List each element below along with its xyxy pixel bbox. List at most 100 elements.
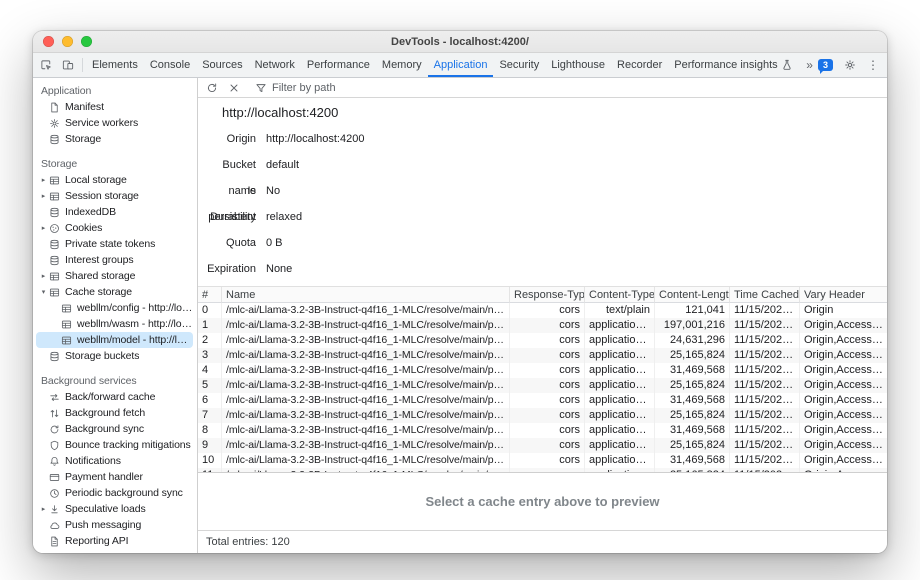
cell-name: /mlc-ai/Llama-3.2-3B-Instruct-q4f16_1-ML… — [222, 408, 510, 423]
sidebar-item-private-state-tokens[interactable]: Private state tokens — [36, 236, 193, 252]
sidebar-item-speculative-loads[interactable]: ▸Speculative loads — [36, 501, 193, 517]
back-forward-icon — [48, 392, 61, 403]
column-header-response-type[interactable]: Response-Type — [510, 287, 585, 303]
sidebar-item-periodic-background-sync[interactable]: Periodic background sync — [36, 485, 193, 501]
cell-content-length: 24,631,296 — [655, 333, 730, 348]
sidebar-item-notifications[interactable]: Notifications — [36, 453, 193, 469]
sidebar-item-service-workers[interactable]: Service workers — [36, 115, 193, 131]
cache-entry-row[interactable]: 0/mlc-ai/Llama-3.2-3B-Instruct-q4f16_1-M… — [198, 303, 887, 318]
customize-devtools-button[interactable]: ⋮ — [867, 58, 879, 72]
sidebar-item-indexeddb[interactable]: IndexedDB — [36, 204, 193, 220]
cache-origin-title: http://localhost:4200 — [222, 104, 887, 122]
cache-entry-row[interactable]: 10/mlc-ai/Llama-3.2-3B-Instruct-q4f16_1-… — [198, 453, 887, 468]
sidebar-item-push-messaging[interactable]: Push messaging — [36, 517, 193, 533]
inspect-element-button[interactable] — [35, 53, 57, 77]
filter-input[interactable] — [272, 82, 422, 94]
column-header-name[interactable]: Name — [222, 287, 510, 303]
cell-: 9 — [198, 438, 222, 453]
device-toolbar-button[interactable] — [57, 53, 79, 77]
sidebar-item-manifest[interactable]: Manifest — [36, 99, 193, 115]
refresh-button[interactable] — [202, 82, 222, 94]
close-window-button[interactable] — [43, 36, 54, 47]
cell-content-type: application/oc… — [585, 423, 655, 438]
minimize-window-button[interactable] — [62, 36, 73, 47]
cell-response-type: cors — [510, 423, 585, 438]
tab-lighthouse[interactable]: Lighthouse — [545, 53, 611, 77]
column-header-vary-header[interactable]: Vary Header — [800, 287, 887, 303]
tab-performance[interactable]: Performance — [301, 53, 376, 77]
sidebar-item-reporting-api[interactable]: Reporting API — [36, 533, 193, 549]
sidebar-item-local-storage[interactable]: ▸Local storage — [36, 172, 193, 188]
cell-content-type: application/oc… — [585, 378, 655, 393]
cache-entry-row[interactable]: 6/mlc-ai/Llama-3.2-3B-Instruct-q4f16_1-M… — [198, 393, 887, 408]
chevron-right-icon[interactable]: ▸ — [39, 505, 48, 513]
field-value: 0 B — [266, 230, 283, 256]
sidebar-item-webllm-model-http-loc[interactable]: webllm/model - http://loc… — [36, 332, 193, 348]
cache-entry-row[interactable]: 1/mlc-ai/Llama-3.2-3B-Instruct-q4f16_1-M… — [198, 318, 887, 333]
tab-elements[interactable]: Elements — [86, 53, 144, 77]
chevron-right-icon[interactable]: ▸ — [39, 192, 48, 200]
delete-selected-button[interactable] — [224, 82, 244, 94]
cell-content-length: 197,001,216 — [655, 318, 730, 333]
column-header-content-type[interactable]: Content-Type — [585, 287, 655, 303]
sidebar-item-cache-storage[interactable]: ▾Cache storage — [36, 284, 193, 300]
cache-entry-row[interactable]: 2/mlc-ai/Llama-3.2-3B-Instruct-q4f16_1-M… — [198, 333, 887, 348]
sidebar-item-session-storage[interactable]: ▸Session storage — [36, 188, 193, 204]
cell-vary-header: Origin — [800, 303, 887, 318]
field-label: Origin — [198, 126, 256, 152]
sidebar-item-storage-buckets[interactable]: Storage buckets — [36, 348, 193, 364]
tab-memory[interactable]: Memory — [376, 53, 428, 77]
sidebar-item-background-sync[interactable]: Background sync — [36, 421, 193, 437]
sidebar-item-webllm-config-http-loc[interactable]: webllm/config - http://loc… — [36, 300, 193, 316]
tab-sources[interactable]: Sources — [196, 53, 248, 77]
sidebar-item-background-fetch[interactable]: Background fetch — [36, 405, 193, 421]
chevron-right-icon[interactable]: ▸ — [39, 176, 48, 184]
settings-button[interactable] — [839, 59, 861, 71]
more-tabs-button[interactable]: » — [806, 58, 812, 72]
sidebar-item-interest-groups[interactable]: Interest groups — [36, 252, 193, 268]
field-value: relaxed — [266, 204, 302, 230]
cache-entry-row[interactable]: 4/mlc-ai/Llama-3.2-3B-Instruct-q4f16_1-M… — [198, 363, 887, 378]
filter-icon — [255, 82, 267, 94]
console-messages-badge[interactable]: 3 — [818, 59, 833, 71]
sidebar-item-shared-storage[interactable]: ▸Shared storage — [36, 268, 193, 284]
cache-entry-row[interactable]: 8/mlc-ai/Llama-3.2-3B-Instruct-q4f16_1-M… — [198, 423, 887, 438]
tab-network[interactable]: Network — [249, 53, 301, 77]
table-icon — [60, 319, 73, 330]
main-panel: http://localhost:4200 Originhttp://local… — [198, 78, 887, 553]
cell-name: /mlc-ai/Llama-3.2-3B-Instruct-q4f16_1-ML… — [222, 438, 510, 453]
sidebar-item-label: Service workers — [65, 117, 138, 129]
sidebar-item-bounce-tracking-mitigations[interactable]: Bounce tracking mitigations — [36, 437, 193, 453]
sidebar-section-title: Storage — [33, 156, 197, 172]
sidebar-item-back-forward-cache[interactable]: Back/forward cache — [36, 389, 193, 405]
tab-application[interactable]: Application — [428, 53, 494, 77]
sidebar-item-webllm-wasm-http-loca[interactable]: webllm/wasm - http://loca… — [36, 316, 193, 332]
column-header-time-cached[interactable]: Time Cached — [730, 287, 800, 303]
chevron-down-icon[interactable]: ▾ — [39, 288, 48, 296]
sidebar-section-background-services: Background servicesBack/forward cacheBac… — [33, 373, 197, 549]
sidebar-item-storage[interactable]: Storage — [36, 131, 193, 147]
cache-entry-row[interactable]: 3/mlc-ai/Llama-3.2-3B-Instruct-q4f16_1-M… — [198, 348, 887, 363]
column-header-content-length[interactable]: Content-Length — [655, 287, 730, 303]
cache-entry-row[interactable]: 5/mlc-ai/Llama-3.2-3B-Instruct-q4f16_1-M… — [198, 378, 887, 393]
sidebar-item-cookies[interactable]: ▸Cookies — [36, 220, 193, 236]
cell-content-type: application/oc… — [585, 438, 655, 453]
cell-time-cached: 11/15/2024, 10… — [730, 393, 800, 408]
tab-performance-insights[interactable]: Performance insights — [668, 53, 798, 77]
sidebar-item-payment-handler[interactable]: Payment handler — [36, 469, 193, 485]
field-label: Expiration — [198, 256, 256, 282]
tab-recorder[interactable]: Recorder — [611, 53, 668, 77]
chevron-right-icon[interactable]: ▸ — [39, 224, 48, 232]
cache-entry-row[interactable]: 7/mlc-ai/Llama-3.2-3B-Instruct-q4f16_1-M… — [198, 408, 887, 423]
column-header-[interactable]: # — [198, 287, 222, 303]
cell-response-type: cors — [510, 318, 585, 333]
cell-response-type: cors — [510, 333, 585, 348]
cache-field-origin: Originhttp://localhost:4200 — [198, 126, 887, 152]
tab-security[interactable]: Security — [493, 53, 545, 77]
tab-console[interactable]: Console — [144, 53, 196, 77]
cell-content-length: 25,165,824 — [655, 438, 730, 453]
cache-entry-row[interactable]: 9/mlc-ai/Llama-3.2-3B-Instruct-q4f16_1-M… — [198, 438, 887, 453]
titlebar[interactable]: DevTools - localhost:4200/ — [33, 31, 887, 53]
zoom-window-button[interactable] — [81, 36, 92, 47]
chevron-right-icon[interactable]: ▸ — [39, 272, 48, 280]
